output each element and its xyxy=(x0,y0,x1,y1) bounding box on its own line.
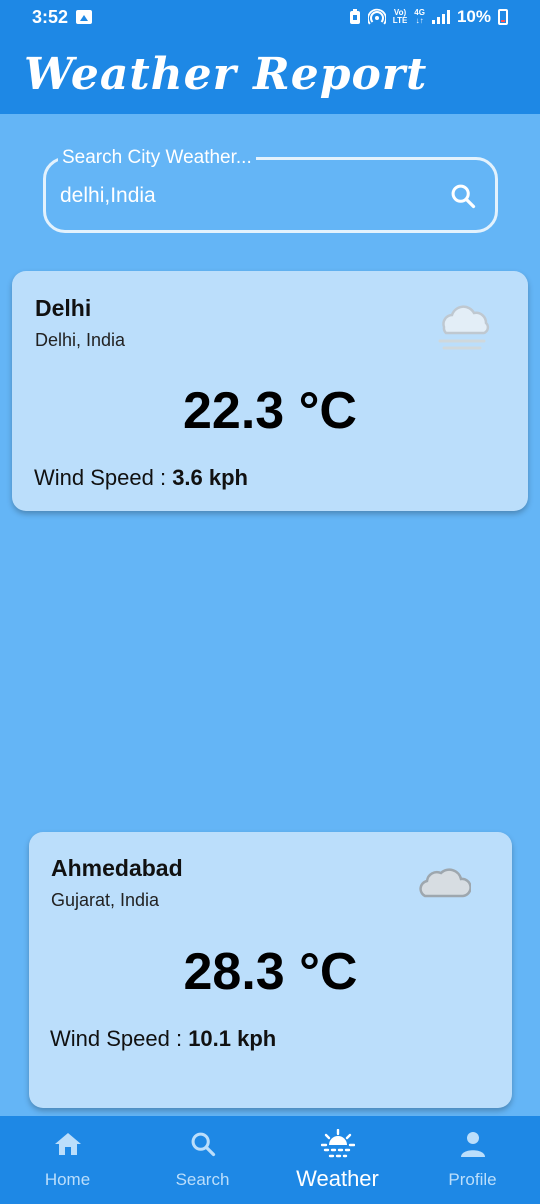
card-wind: Wind Speed : 10.1 kph xyxy=(50,1026,276,1052)
battery-icon xyxy=(498,9,508,25)
search-icon[interactable] xyxy=(449,182,477,210)
sun-icon xyxy=(320,1129,355,1158)
wind-label: Wind Speed : xyxy=(50,1026,189,1051)
battery-percent: 10% xyxy=(456,7,491,26)
app-bar: Weather Report xyxy=(0,34,540,114)
clock: 3:52 xyxy=(32,6,69,27)
search-field[interactable]: Search City Weather... delhi,India xyxy=(43,147,498,233)
volte-bottom: LTE xyxy=(392,16,408,25)
nav-profile-label: Profile xyxy=(448,1170,497,1189)
status-bar: 3:52 Vo) LTE 4G ↓↑ 10% xyxy=(0,0,540,34)
nav-home-label: Home xyxy=(44,1170,91,1189)
volte-icon: Vo) LTE xyxy=(393,9,408,25)
network-4g-icon: 4G ↓↑ xyxy=(414,9,425,25)
status-left: 3:52 xyxy=(32,6,93,28)
wind-value: 10.1 kph xyxy=(188,1026,277,1051)
data-arrows: ↓↑ xyxy=(415,16,424,25)
nav-weather[interactable]: Weather xyxy=(270,1116,405,1204)
wind-label: Wind Speed : xyxy=(34,465,173,490)
card-wind: Wind Speed : 3.6 kph xyxy=(34,465,248,491)
wind-value: 3.6 kph xyxy=(172,465,248,490)
signal-icon xyxy=(431,10,450,24)
bottom-nav: Home Search Weather Profile xyxy=(0,1116,540,1204)
card-city: Ahmedabad xyxy=(51,855,183,881)
card-temperature: 22.3 °C xyxy=(182,382,357,440)
nav-search-label: Search xyxy=(175,1170,230,1189)
home-icon xyxy=(53,1130,83,1158)
card-city: Delhi xyxy=(35,295,92,321)
nav-search[interactable]: Search xyxy=(135,1116,270,1204)
nav-home[interactable]: Home xyxy=(0,1116,135,1204)
card-region: Delhi, India xyxy=(35,330,126,350)
person-icon xyxy=(459,1130,487,1158)
weather-card-delhi[interactable]: Delhi Delhi, India 22.3 °C Wind Speed : … xyxy=(12,271,528,511)
mist-cloud-icon xyxy=(438,305,490,350)
search-input[interactable]: delhi,India xyxy=(60,184,156,208)
app-title: Weather Report xyxy=(24,48,428,100)
card-temperature: 28.3 °C xyxy=(183,943,358,1001)
card-region: Gujarat, India xyxy=(51,890,160,910)
weather-card-ahmedabad[interactable]: Ahmedabad Gujarat, India 28.3 °C Wind Sp… xyxy=(29,832,512,1108)
search-icon xyxy=(189,1130,217,1158)
nav-profile[interactable]: Profile xyxy=(405,1116,540,1204)
gallery-icon xyxy=(76,10,93,24)
hotspot-icon xyxy=(367,8,386,25)
status-right: Vo) LTE 4G ↓↑ 10% xyxy=(349,7,508,27)
cloud-icon xyxy=(419,868,471,898)
battery-saver-icon xyxy=(349,9,360,24)
nav-weather-label: Weather xyxy=(296,1166,379,1191)
search-label: Search City Weather... xyxy=(58,147,256,169)
